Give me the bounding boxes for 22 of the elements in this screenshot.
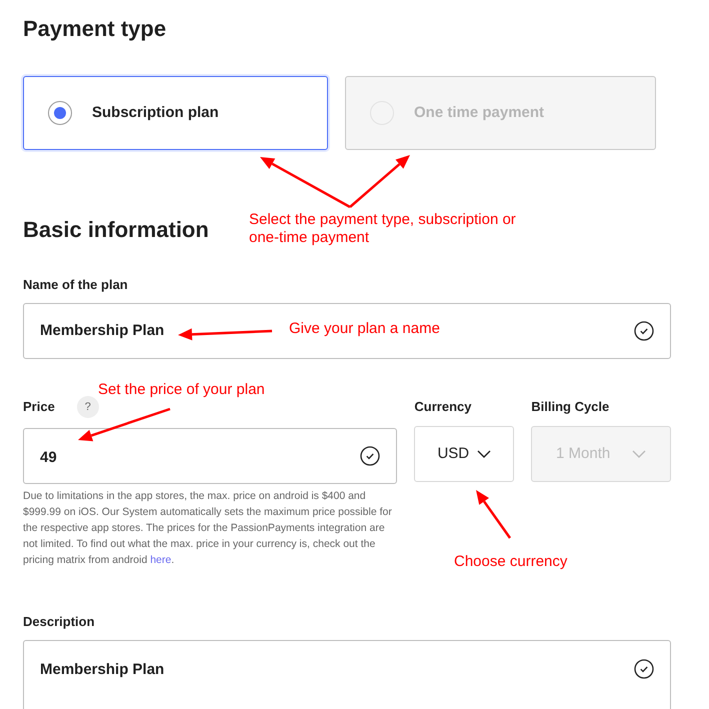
help-button[interactable]: ? — [76, 396, 99, 418]
here-link[interactable]: here — [150, 554, 172, 566]
field-label: Currency — [414, 398, 472, 416]
annotation-text: Choose currency — [454, 553, 568, 571]
currency-dropdown[interactable]: USD — [414, 426, 514, 482]
field-label: Price — [23, 398, 55, 416]
section-heading: Basic information — [23, 216, 209, 244]
field-label: Billing Cycle — [531, 398, 610, 416]
field-label: Name of the plan — [23, 277, 128, 293]
section-heading: Payment type — [23, 15, 166, 43]
description-text-area[interactable]: Membership Plan — [23, 640, 671, 709]
chevron-down-icon — [477, 450, 492, 458]
field-label: Description — [23, 614, 95, 630]
annotation-text: Give your plan a name — [289, 320, 440, 338]
price-input-field[interactable]: 49 — [23, 428, 398, 484]
radio-button[interactable] — [48, 101, 72, 125]
annotation-text: Select the payment type, subscription or one-time payment — [249, 211, 517, 247]
arrow — [476, 490, 512, 539]
payment-option[interactable]: Subscription plan — [23, 76, 328, 150]
chevron-down-icon — [632, 450, 646, 458]
annotation-text: Set the price of your plan — [98, 381, 265, 399]
price-note: Due to limitations in the app stores, the max. price on android is $400 and $999.99 on iOS. Our System automatically sets the maximum price possible for the respective app stores. The prices for the PassionPayments integration are not limited. To find out what the max. price in your currency is, check out the pricing matrix from android here. — [23, 489, 393, 568]
